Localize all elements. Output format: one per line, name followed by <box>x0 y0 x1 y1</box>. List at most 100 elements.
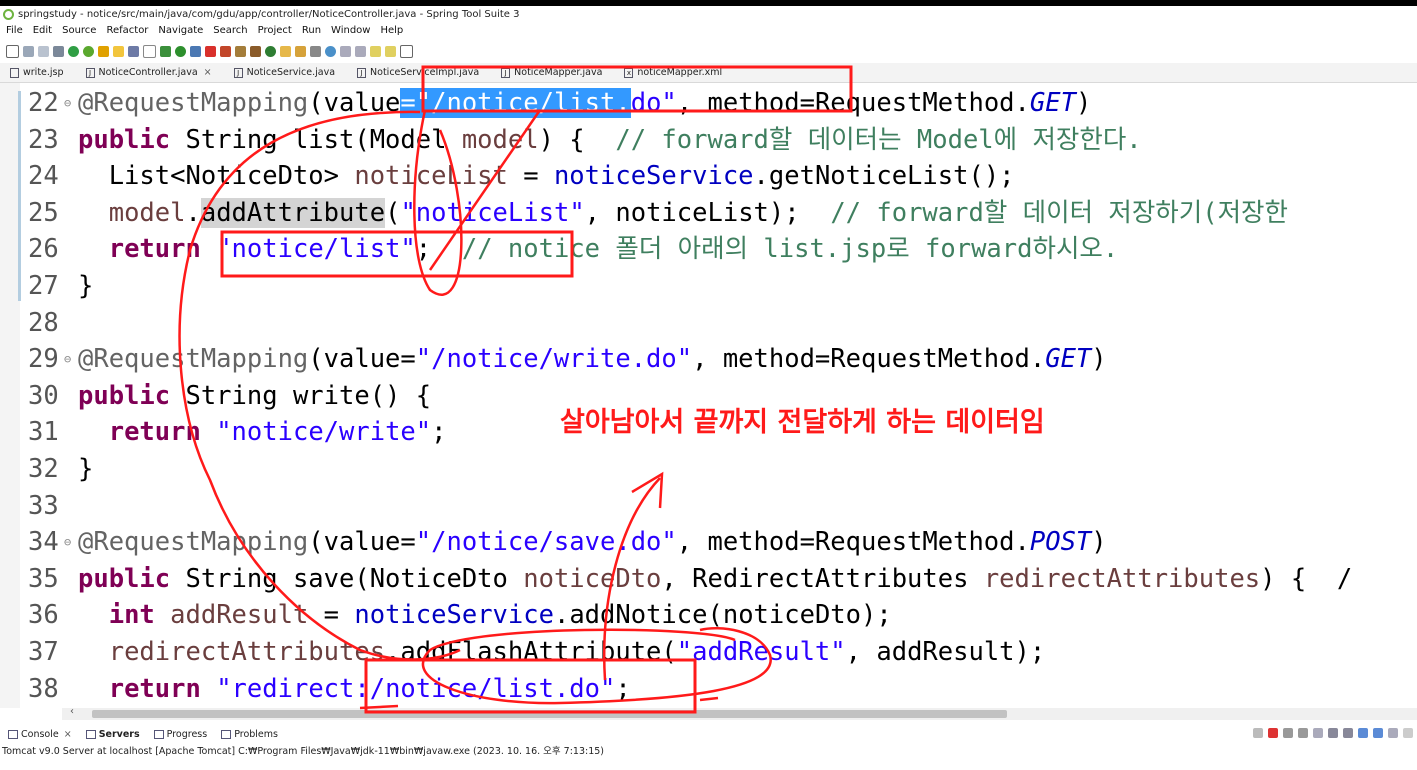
format-icon[interactable] <box>128 45 139 57</box>
tab-progress[interactable]: Progress <box>153 729 207 740</box>
code-text: } <box>78 454 94 484</box>
tab-notice-mapper[interactable]: J NoticeMapper.java <box>501 67 602 78</box>
horizontal-scrollbar[interactable]: ‹ <box>62 706 1417 720</box>
editor-tab-bar: write.jsp J NoticeController.java × J No… <box>0 63 1417 83</box>
code-line-31[interactable]: 31 return "notice/write"; <box>22 414 447 450</box>
menu-bar: File Edit Source Refactor Navigate Searc… <box>0 22 1417 39</box>
code-line-32[interactable]: 32} <box>22 451 93 487</box>
xml-file-icon: x <box>624 67 634 78</box>
forward-icon[interactable] <box>385 45 396 57</box>
menu-window[interactable]: Window <box>331 25 370 36</box>
stop-icon[interactable] <box>205 45 216 57</box>
minimize-icon[interactable] <box>1403 728 1413 738</box>
show-stdout-icon[interactable] <box>1358 728 1368 738</box>
pin-console-icon[interactable] <box>1253 728 1263 738</box>
pin-icon[interactable] <box>310 45 321 57</box>
tab-servers[interactable]: Servers <box>85 729 140 740</box>
progress-icon <box>153 730 164 739</box>
bug-icon[interactable] <box>160 45 171 57</box>
line-number: 33 <box>28 490 59 521</box>
code-line-35[interactable]: 35 public String save(NoticeDto noticeDto… <box>22 561 1352 597</box>
line-number: 22 <box>28 88 59 118</box>
tab-write-jsp[interactable]: write.jsp <box>10 67 64 78</box>
console-icon <box>8 730 18 739</box>
menu-source[interactable]: Source <box>62 25 96 36</box>
menu-run[interactable]: Run <box>302 25 321 36</box>
menu-navigate[interactable]: Navigate <box>158 25 203 36</box>
menu-help[interactable]: Help <box>380 25 403 36</box>
menu-project[interactable]: Project <box>258 25 292 36</box>
tab-notice-service-impl[interactable]: J NoticeServiceImpl.java <box>357 67 479 78</box>
code-line-38[interactable]: 38 return "redirect:/notice/list.do"; <box>22 671 631 706</box>
remove-all-icon[interactable] <box>1298 728 1308 738</box>
open-folder-icon[interactable] <box>280 45 291 57</box>
save-all-icon[interactable] <box>38 45 49 57</box>
fold-toggle-icon[interactable]: ⊖ <box>64 85 78 121</box>
open-task-icon[interactable] <box>295 45 306 57</box>
tab-notice-controller[interactable]: J NoticeController.java × <box>85 67 212 78</box>
close-icon[interactable]: × <box>64 729 72 740</box>
class-icon[interactable] <box>250 45 261 57</box>
code-line-33[interactable]: 33 <box>22 488 78 524</box>
fold-toggle-icon[interactable]: ⊖ <box>64 524 78 560</box>
problems-icon <box>221 730 232 739</box>
print-icon[interactable] <box>53 45 64 57</box>
code-line-26[interactable]: 26 return "notice/list"; // notice 폴더 아래… <box>22 231 1118 267</box>
code-line-37[interactable]: 37 redirectAttributes.addFlashAttribute(… <box>22 634 1045 670</box>
menu-edit[interactable]: Edit <box>33 25 52 36</box>
close-icon[interactable]: × <box>204 67 212 78</box>
perspective-icon[interactable] <box>400 44 413 58</box>
code-line-27[interactable]: 27} <box>22 268 93 304</box>
java-package-icon[interactable] <box>235 45 246 57</box>
server-icon[interactable] <box>220 45 231 57</box>
code-line-30[interactable]: 30 public String write() { <box>22 378 431 414</box>
open-console-icon[interactable] <box>1388 728 1398 738</box>
coverage-icon[interactable] <box>190 45 201 57</box>
save-icon[interactable] <box>23 45 34 57</box>
code-line-36[interactable]: 36 int addResult = noticeService.addNoti… <box>22 597 892 633</box>
tab-console[interactable]: Console × <box>8 729 72 740</box>
code-line-24[interactable]: 24 List<NoticeDto> noticeList = noticeSe… <box>22 158 1015 194</box>
menu-search[interactable]: Search <box>213 25 247 36</box>
prev-annotation-icon[interactable] <box>355 45 366 57</box>
gear-icon[interactable] <box>265 45 276 57</box>
code-line-22[interactable]: 22 ⊖ @RequestMapping(value="/notice/list.d… <box>22 85 1091 121</box>
console-tab-bar: Console × Servers Progress Problems <box>0 726 1417 743</box>
java-file-icon: J <box>85 67 95 78</box>
code-editor[interactable]: 22 ⊖ @RequestMapping(value="/notice/list.d… <box>22 83 1417 706</box>
pencil-icon[interactable] <box>113 45 124 57</box>
code-line-25[interactable]: 25 model.addAttribute("noticeList", noti… <box>22 195 1288 231</box>
show-stderr-icon[interactable] <box>1373 728 1383 738</box>
tab-problems[interactable]: Problems <box>221 729 278 740</box>
scroll-left-icon[interactable]: ‹ <box>70 706 74 717</box>
back-icon[interactable] <box>370 45 381 57</box>
code-line-34[interactable]: 34 ⊖ @RequestMapping(value="/notice/save.d… <box>22 524 1107 560</box>
new-icon[interactable] <box>6 44 19 58</box>
code-text: } <box>78 271 94 301</box>
search-icon[interactable] <box>98 45 109 57</box>
fold-toggle-icon[interactable]: ⊖ <box>64 341 78 377</box>
line-number: 31 <box>28 417 59 448</box>
menu-file[interactable]: File <box>6 25 23 36</box>
code-line-29[interactable]: 29 ⊖ @RequestMapping(value="/notice/write.… <box>22 341 1107 377</box>
clear-console-icon[interactable] <box>1313 728 1323 738</box>
menu-refactor[interactable]: Refactor <box>106 25 148 36</box>
scroll-lock-icon[interactable] <box>1328 728 1338 738</box>
scrollbar-thumb[interactable] <box>92 710 1007 718</box>
word-wrap-icon[interactable] <box>1343 728 1353 738</box>
code-text: @RequestMapping(value="/notice/write.do"… <box>78 344 1107 375</box>
paragraph-icon[interactable] <box>143 44 156 58</box>
run-icon[interactable] <box>175 45 186 57</box>
code-line-23[interactable]: 23 public String list(Model model) { // f… <box>22 122 1142 158</box>
code-line-28[interactable]: 28 <box>22 305 78 341</box>
next-annotation-icon[interactable] <box>340 45 351 57</box>
tab-notice-service[interactable]: J NoticeService.java <box>233 67 335 78</box>
globe-icon[interactable] <box>325 45 336 57</box>
tab-notice-mapper-xml[interactable]: x noticeMapper.xml <box>624 67 722 78</box>
terminate-icon[interactable] <box>1268 728 1278 738</box>
debug-icon[interactable] <box>68 45 79 57</box>
remove-launch-icon[interactable] <box>1283 728 1293 738</box>
main-toolbar <box>0 39 1417 63</box>
code-text: public String write() { <box>78 380 432 411</box>
spring-icon[interactable] <box>83 45 94 57</box>
